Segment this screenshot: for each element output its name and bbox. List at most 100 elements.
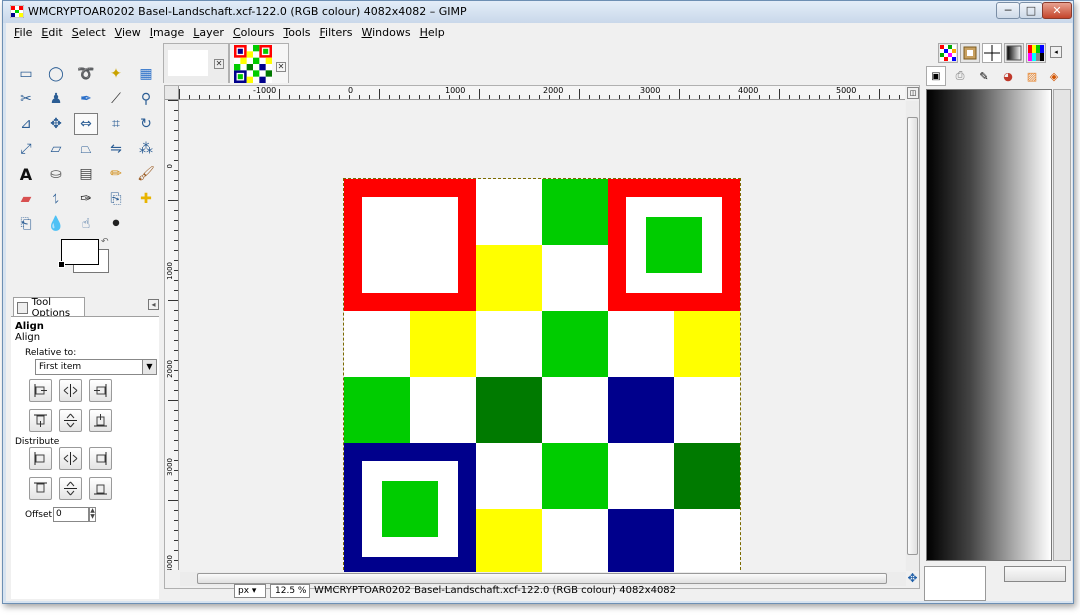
align-right-button[interactable] bbox=[89, 379, 112, 402]
ellipse-select-tool[interactable]: ◯ bbox=[44, 63, 68, 85]
distribute-right-button[interactable] bbox=[89, 447, 112, 470]
dodge-burn-tool[interactable]: ⚫ bbox=[104, 213, 128, 235]
clone-tool[interactable]: ⎘ bbox=[104, 188, 128, 210]
maximize-button[interactable]: □ bbox=[1019, 2, 1043, 19]
vertical-scroll-thumb[interactable] bbox=[907, 117, 918, 555]
crop-tool[interactable]: ⌗ bbox=[104, 113, 128, 135]
swap-colors-icon[interactable]: ↶ bbox=[101, 237, 109, 247]
perspective-clone-tool[interactable]: ⎗ bbox=[14, 213, 38, 235]
color-select-tool[interactable]: ▦ bbox=[134, 63, 158, 85]
tab-undo[interactable]: ◈ bbox=[1044, 66, 1064, 86]
menu-edit[interactable]: Edit bbox=[41, 26, 62, 39]
tab-histogram[interactable]: ▨ bbox=[1022, 66, 1042, 86]
distribute-middle-button[interactable] bbox=[59, 477, 82, 500]
blur-tool[interactable]: 💧 bbox=[44, 213, 68, 235]
tab-tool-options[interactable]: Tool Options bbox=[13, 297, 85, 319]
gradient-scrollbar[interactable] bbox=[1053, 89, 1071, 561]
dock-menu-icon[interactable]: ◂ bbox=[1050, 46, 1062, 58]
align-center-button[interactable] bbox=[59, 379, 82, 402]
title-bar[interactable]: WMCRYPTOAR0202 Basel-Landschaft.xcf-122.… bbox=[3, 1, 1073, 23]
scissors-tool[interactable]: ✂ bbox=[14, 88, 38, 110]
menu-layer[interactable]: Layer bbox=[193, 26, 224, 39]
shear-tool[interactable]: ▱ bbox=[44, 138, 68, 160]
image-tab-1[interactable]: ✕ bbox=[163, 43, 229, 83]
align-top-button[interactable] bbox=[29, 409, 52, 432]
menu-file[interactable]: File bbox=[14, 26, 32, 39]
distribute-center-button[interactable] bbox=[59, 447, 82, 470]
tab-colormap[interactable]: ◕ bbox=[998, 66, 1018, 86]
tab-gradient-editor[interactable] bbox=[1004, 43, 1024, 63]
color-picker-tool[interactable]: ⟋ bbox=[104, 88, 128, 110]
menu-select[interactable]: Select bbox=[72, 26, 106, 39]
distribute-top-button[interactable] bbox=[29, 477, 52, 500]
edit-button[interactable] bbox=[1004, 566, 1066, 582]
ink-tool[interactable]: ✑ bbox=[74, 188, 98, 210]
menu-image[interactable]: Image bbox=[150, 26, 184, 39]
tab-channels[interactable]: ⎙ bbox=[950, 66, 970, 86]
navigate-icon[interactable]: ◫ bbox=[907, 87, 919, 99]
relative-to-select[interactable]: First item ▼ bbox=[35, 359, 157, 375]
ruler-corner[interactable] bbox=[165, 86, 179, 100]
canvas-viewport[interactable] bbox=[180, 101, 905, 575]
align-middle-button[interactable] bbox=[59, 409, 82, 432]
tab-layers[interactable]: ▣ bbox=[926, 66, 946, 86]
measure-tool[interactable]: ⊿ bbox=[14, 113, 38, 135]
tab-paths[interactable]: ✎ bbox=[974, 66, 994, 86]
airbrush-tool[interactable]: ⥍ bbox=[44, 188, 68, 210]
tab-patterns[interactable] bbox=[938, 43, 958, 63]
gradient-preview[interactable] bbox=[926, 89, 1052, 561]
cage-tool[interactable]: ⁂ bbox=[134, 138, 158, 160]
free-select-tool[interactable]: ➰ bbox=[74, 63, 98, 85]
image-canvas[interactable] bbox=[343, 178, 741, 575]
tab-brushes[interactable] bbox=[960, 43, 980, 63]
align-tool[interactable]: ⇔ bbox=[74, 113, 98, 135]
distribute-left-button[interactable] bbox=[29, 447, 52, 470]
menu-windows[interactable]: Windows bbox=[361, 26, 410, 39]
tab-palettes[interactable] bbox=[1026, 43, 1046, 63]
bucket-fill-tool[interactable]: ⛀ bbox=[44, 163, 68, 185]
menu-help[interactable]: Help bbox=[420, 26, 445, 39]
chevron-down-icon[interactable]: ▼ bbox=[142, 360, 156, 374]
perspective-tool[interactable]: ⏢ bbox=[74, 138, 98, 160]
offset-spinner[interactable]: ▲ ▼ bbox=[89, 507, 96, 522]
unit-select[interactable]: px ▾ bbox=[234, 584, 266, 598]
distribute-bottom-button[interactable] bbox=[89, 477, 112, 500]
vertical-ruler[interactable]: 0 1000 2000 3000 4000 bbox=[165, 100, 179, 570]
menu-view[interactable]: View bbox=[115, 26, 141, 39]
fg-bg-colors[interactable]: ↶ bbox=[58, 237, 111, 275]
eraser-tool[interactable]: ▰ bbox=[14, 188, 38, 210]
horizontal-ruler[interactable]: -1000 0 1000 2000 3000 4000 5000 bbox=[179, 86, 905, 100]
rotate-tool[interactable]: ↻ bbox=[134, 113, 158, 135]
close-icon[interactable]: ✕ bbox=[214, 59, 224, 69]
default-colors-icon[interactable] bbox=[58, 261, 65, 268]
heal-tool[interactable]: ✚ bbox=[134, 188, 158, 210]
foreground-select-tool[interactable]: ♟ bbox=[44, 88, 68, 110]
align-left-button[interactable] bbox=[29, 379, 52, 402]
brush-preview[interactable] bbox=[924, 566, 986, 601]
paths-tool[interactable]: ✒ bbox=[74, 88, 98, 110]
minimize-button[interactable]: ─ bbox=[996, 2, 1020, 19]
close-button[interactable]: ✕ bbox=[1042, 2, 1072, 19]
blend-tool[interactable]: ▤ bbox=[74, 163, 98, 185]
dock-menu-icon[interactable]: ◂ bbox=[148, 299, 159, 310]
offset-input[interactable]: 0 bbox=[53, 507, 89, 522]
image-tab-2[interactable]: ✕ bbox=[229, 43, 289, 83]
paintbrush-tool[interactable]: 🖌 bbox=[134, 163, 158, 185]
fuzzy-select-tool[interactable]: ✦ bbox=[104, 63, 128, 85]
foreground-color-swatch[interactable] bbox=[61, 239, 99, 265]
smudge-tool[interactable]: ☝ bbox=[74, 213, 98, 235]
zoom-select[interactable]: 12.5 % bbox=[270, 584, 310, 598]
menu-tools[interactable]: Tools bbox=[283, 26, 310, 39]
close-icon[interactable]: ✕ bbox=[276, 62, 286, 72]
pencil-tool[interactable]: ✏ bbox=[104, 163, 128, 185]
scale-tool[interactable]: ⤢ bbox=[14, 138, 38, 160]
flip-tool[interactable]: ⇋ bbox=[104, 138, 128, 160]
text-tool[interactable]: A bbox=[14, 163, 38, 185]
zoom-tool[interactable]: ⚲ bbox=[134, 88, 158, 110]
vertical-scrollbar[interactable] bbox=[906, 101, 919, 571]
menu-filters[interactable]: Filters bbox=[320, 26, 353, 39]
move-tool[interactable]: ✥ bbox=[44, 113, 68, 135]
tab-gradients[interactable] bbox=[982, 43, 1002, 63]
menu-colours[interactable]: Colours bbox=[233, 26, 274, 39]
rect-select-tool[interactable]: ▭ bbox=[14, 63, 38, 85]
